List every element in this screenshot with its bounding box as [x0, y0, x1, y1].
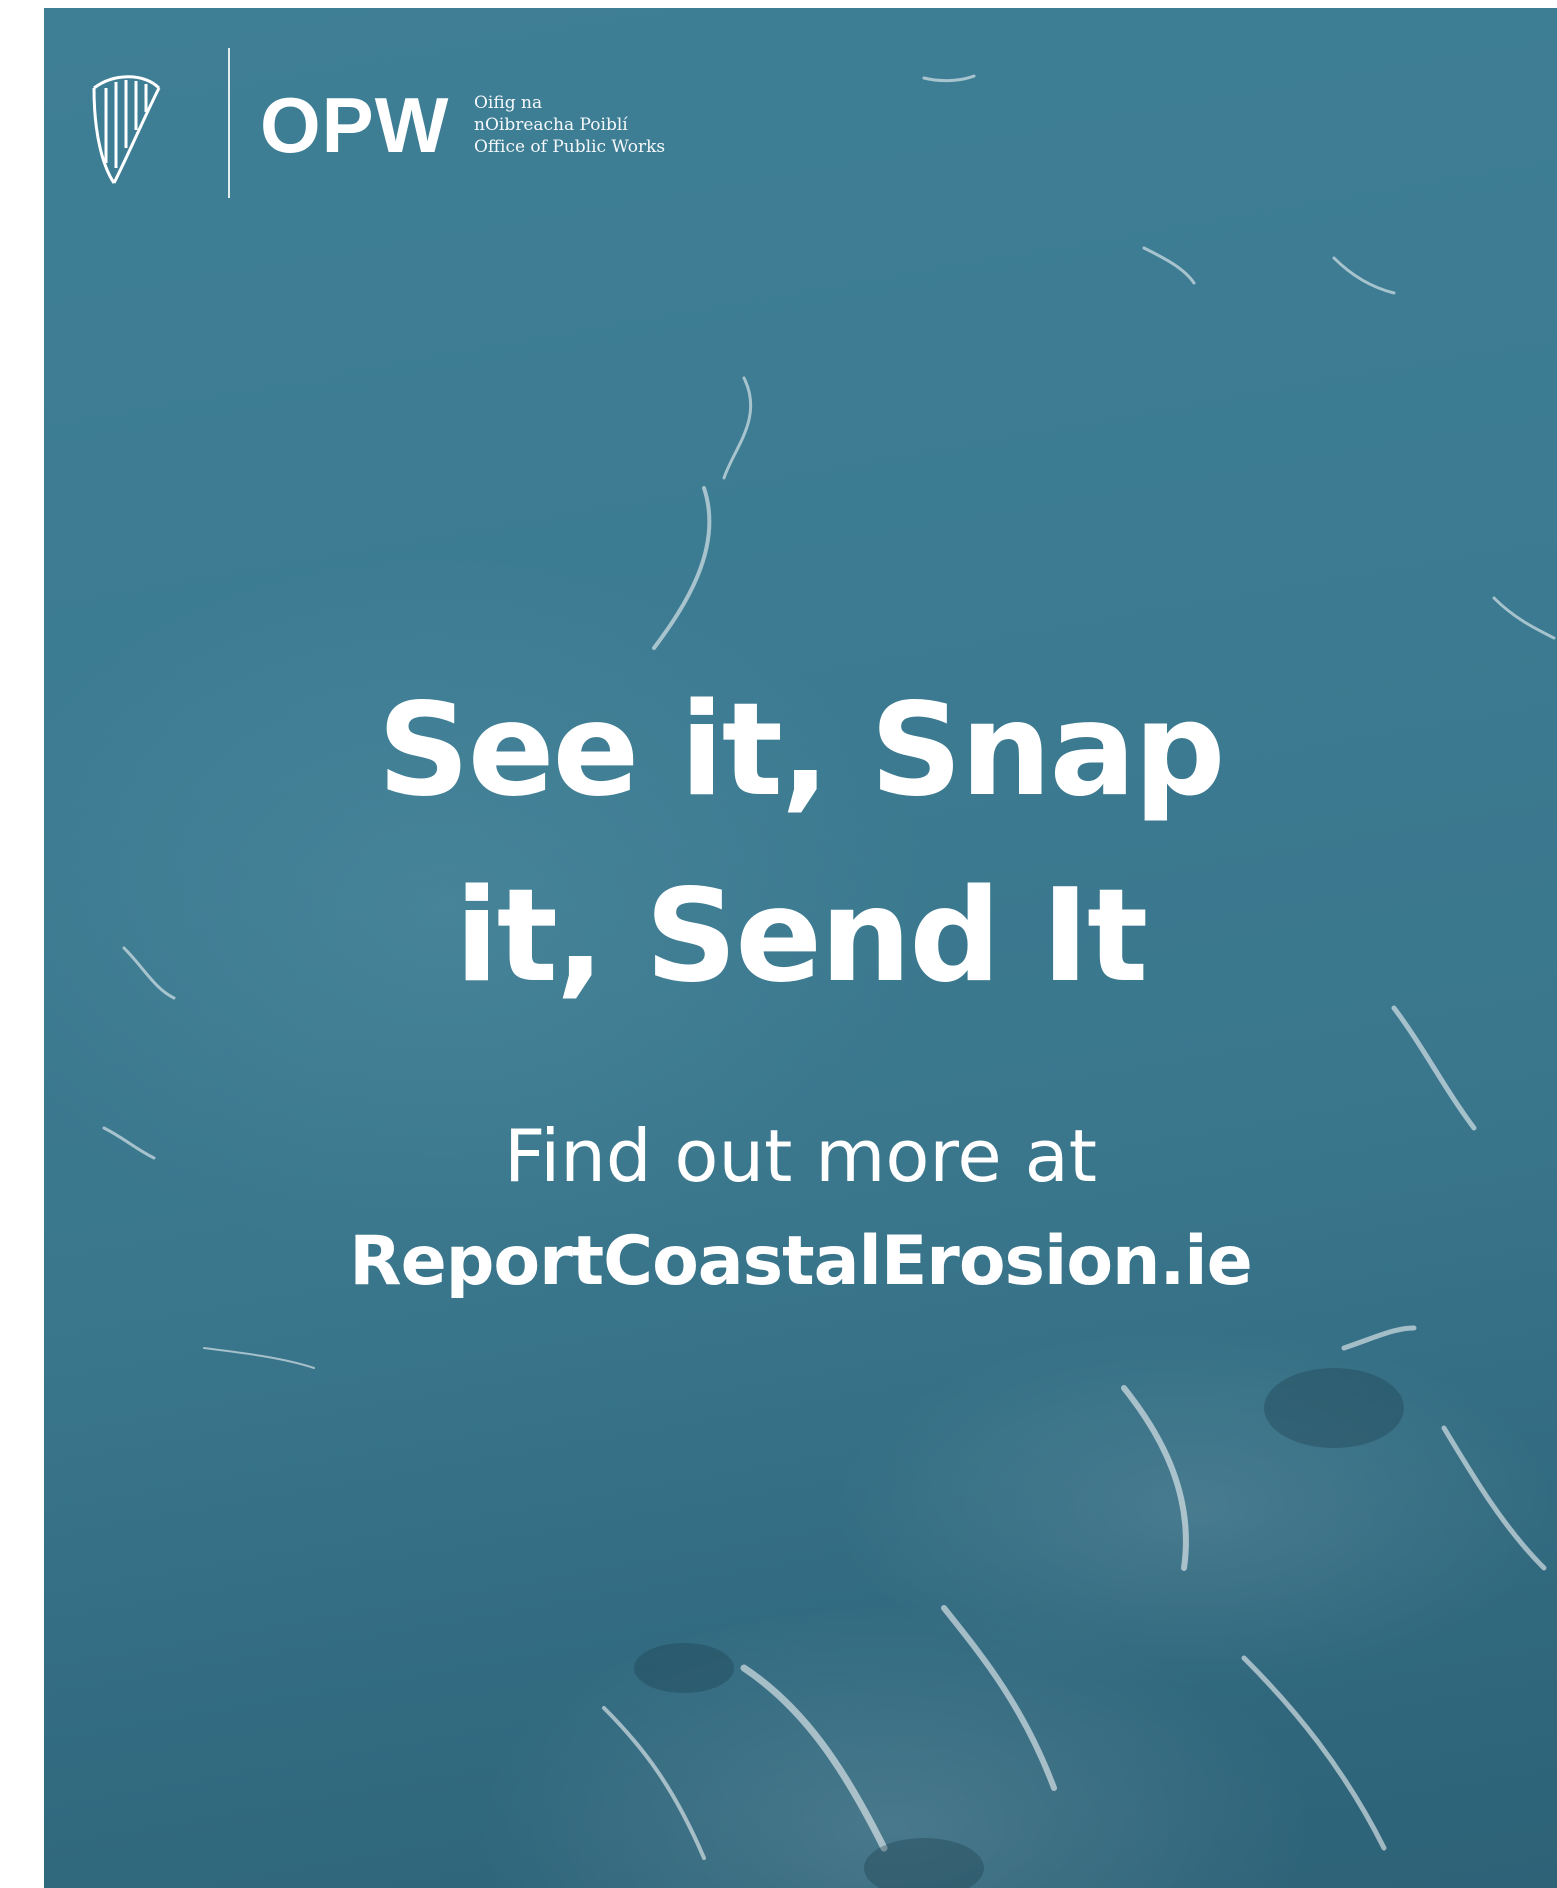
call-to-action: Find out more at ReportCoastalErosion.ie: [44, 1106, 1557, 1312]
harp-icon: [92, 75, 161, 184]
headline: See it, Snap it, Send It: [44, 658, 1557, 1030]
website-url: ReportCoastalErosion.ie: [349, 1222, 1252, 1301]
logo-divider: [228, 48, 230, 198]
poster: OPW Oifig na nOibreacha Poiblí Office of…: [44, 8, 1557, 1888]
logo-subtitle: Oifig na nOibreacha Poiblí Office of Pub…: [474, 92, 665, 158]
cta-lead-text: Find out more at: [504, 1114, 1097, 1198]
logo-line-irish-2: nOibreacha Poiblí: [474, 115, 628, 135]
opw-wordmark: OPW: [260, 81, 450, 169]
logo-line-irish-1: Oifig na: [474, 93, 543, 113]
logo-line-english: Office of Public Works: [474, 137, 666, 157]
headline-line-2: it, Send It: [454, 862, 1148, 1011]
headline-line-1: See it, Snap: [377, 676, 1226, 825]
